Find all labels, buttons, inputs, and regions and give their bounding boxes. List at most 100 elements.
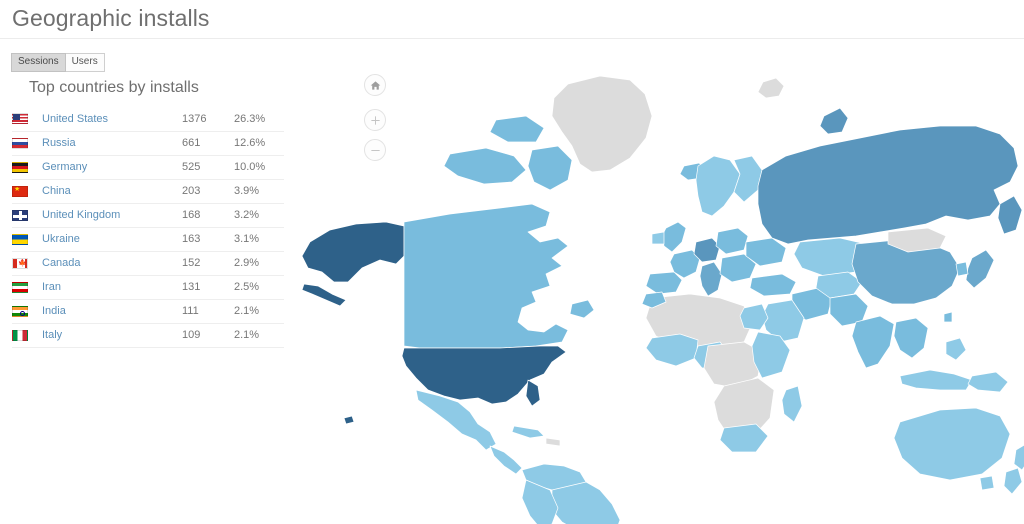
country-papua-new-guinea[interactable] [967,371,1009,393]
country-united-kingdom[interactable] [661,221,687,253]
percent-value: 2.9% [234,251,284,276]
country-russia[interactable] [757,125,1019,245]
country-canada[interactable] [403,203,569,349]
table-row[interactable]: Russia 661 12.6% [12,131,284,156]
canada-arctic-islands-2[interactable] [489,115,545,143]
country-ireland[interactable] [651,231,665,245]
country-australia[interactable] [893,407,1011,481]
installs-value: 131 [182,275,234,300]
world-choropleth-map[interactable] [300,46,1024,524]
country-link[interactable]: United States [42,113,108,125]
country-india[interactable] [851,315,895,369]
percent-value: 2.1% [234,299,284,324]
table-row[interactable]: United Kingdom 168 3.2% [12,203,284,228]
table-row[interactable]: Germany 525 10.0% [12,155,284,180]
flag-icon-us [12,113,28,125]
table-row[interactable]: Ukraine 163 3.1% [12,227,284,252]
table-row[interactable]: China 203 3.9% [12,179,284,204]
percent-value: 3.2% [234,203,284,228]
flag-icon-cn [12,185,28,197]
installs-value: 661 [182,131,234,156]
minus-icon [370,149,380,151]
percent-value: 2.1% [234,323,284,348]
top-countries-table: United States 1376 26.3% Russia 661 12.6… [12,107,284,348]
country-link[interactable]: Germany [42,161,87,173]
country-spain-portugal[interactable] [645,271,683,295]
country-japan[interactable] [965,249,995,289]
installs-value: 111 [182,299,234,324]
page-title: Geographic installs [12,5,210,31]
country-link[interactable]: Russia [42,137,76,149]
country-united-states-alaska[interactable] [301,221,405,283]
aleutian-islands[interactable] [301,283,347,307]
country-egypt[interactable] [739,303,769,331]
flag-icon-ca [12,257,28,269]
country-norway-sweden[interactable] [695,155,741,217]
table-row[interactable]: India 111 2.1% [12,299,284,324]
tab-sessions[interactable]: Sessions [11,53,66,72]
panel-title: Top countries by installs [29,79,199,96]
installs-value: 109 [182,323,234,348]
table-row[interactable]: Italy 109 2.1% [12,323,284,348]
map-svg [300,46,1024,524]
country-italy[interactable] [699,261,723,297]
country-tasmania[interactable] [979,475,995,491]
country-new-zealand[interactable] [1013,444,1024,471]
percent-value: 26.3% [234,107,284,132]
flag-icon-gb [12,209,28,221]
country-poland-baltics[interactable] [715,227,749,255]
table-row[interactable]: Iran 131 2.5% [12,275,284,300]
country-link[interactable]: India [42,305,66,317]
caribbean-cuba[interactable] [511,425,545,439]
flag-icon-in [12,305,28,317]
hawaii[interactable] [343,415,355,425]
russia-kamchatka[interactable] [997,195,1023,235]
percent-value: 12.6% [234,131,284,156]
country-turkey[interactable] [749,273,797,297]
country-svalbard[interactable] [757,77,785,99]
flag-icon-ua [12,233,28,245]
canada-baffin[interactable] [527,145,573,191]
installs-value: 163 [182,227,234,252]
table-row[interactable]: Canada 152 2.9% [12,251,284,276]
percent-value: 3.1% [234,227,284,252]
country-madagascar[interactable] [781,385,803,423]
country-southeast-asia[interactable] [893,317,929,359]
central-america[interactable] [489,445,523,475]
country-korea[interactable] [955,261,969,277]
country-brazil[interactable] [551,481,621,524]
plus-icon [370,115,380,125]
country-link[interactable]: Ukraine [42,233,80,245]
country-link[interactable]: Iran [42,281,61,293]
country-link[interactable]: Italy [42,329,62,341]
canada-arctic-islands[interactable] [443,147,527,185]
country-taiwan[interactable] [943,311,953,323]
country-philippines[interactable] [945,337,967,361]
map-controls [364,74,386,169]
country-new-zealand-2[interactable] [1003,467,1023,495]
map-zoom-out-button[interactable] [364,139,386,161]
country-united-states-florida[interactable] [525,379,541,407]
tab-users[interactable]: Users [65,53,105,72]
canada-newfoundland[interactable] [569,299,595,319]
map-zoom-in-button[interactable] [364,109,386,131]
installs-value: 203 [182,179,234,204]
flag-icon-it [12,329,28,341]
installs-value: 152 [182,251,234,276]
country-link[interactable]: Canada [42,257,81,269]
geographic-installs-page: Geographic installs Sessions Users Top c… [0,0,1024,524]
country-west-africa[interactable] [645,333,699,367]
header-divider [0,38,1024,39]
table-row[interactable]: United States 1376 26.3% [12,107,284,132]
map-home-button[interactable] [364,74,386,96]
country-link[interactable]: China [42,185,71,197]
country-indonesia[interactable] [899,369,973,391]
flag-icon-de [12,161,28,173]
installs-value: 1376 [182,107,234,132]
caribbean-hispaniola[interactable] [545,437,561,447]
home-icon [370,80,380,90]
russia-novaya-zemlya[interactable] [819,107,849,135]
percent-value: 2.5% [234,275,284,300]
country-link[interactable]: United Kingdom [42,209,120,221]
metric-tabs: Sessions Users [11,53,105,72]
